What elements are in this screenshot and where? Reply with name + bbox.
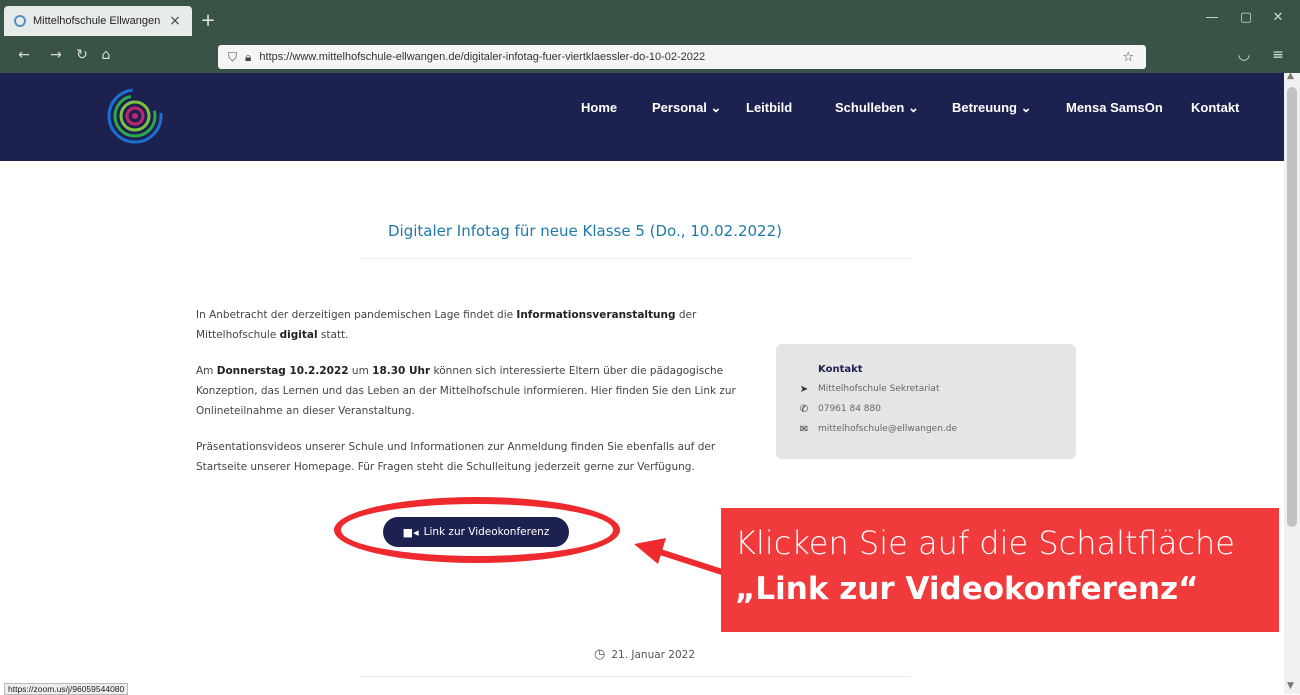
school-logo[interactable] bbox=[104, 85, 166, 147]
bold-text: Donnerstag 10.2.2022 bbox=[216, 365, 349, 377]
site-header: Home Personal ⌄ Leitbild Schulleben ⌄ Be… bbox=[0, 73, 1284, 161]
url-text[interactable]: https://www.mittelhofschule-ellwangen.de… bbox=[259, 51, 1122, 63]
post-date: ◷ 21. Januar 2022 bbox=[594, 647, 695, 662]
nav-mensa[interactable]: Mensa SamsOn bbox=[1066, 100, 1163, 115]
callout-line-2: „Link zur Videokonferenz“ bbox=[735, 571, 1199, 607]
status-bar-url: https://zoom.us/j/96059544080 bbox=[4, 683, 129, 695]
shield-icon[interactable]: ⛉ bbox=[228, 50, 237, 65]
bold-text: digital bbox=[279, 329, 318, 341]
post-date-text: 21. Januar 2022 bbox=[611, 648, 696, 661]
text: um bbox=[348, 365, 373, 377]
bookmark-star-icon[interactable]: ☆ bbox=[1122, 50, 1134, 65]
video-camera-icon: ■◂ bbox=[402, 525, 419, 539]
lock-icon[interactable]: 🔒︎ bbox=[245, 50, 251, 65]
forward-icon[interactable]: → bbox=[46, 47, 66, 63]
divider bbox=[360, 258, 910, 259]
contact-name-row: ➤ Mittelhofschule Sekretariat bbox=[796, 379, 1076, 399]
article-body: In Anbetracht der derzeitigen pandemisch… bbox=[196, 305, 756, 493]
tab-title: Mittelhofschule Ellwangen bbox=[33, 15, 161, 27]
contact-phone-row: ✆ 07961 84 880 bbox=[796, 399, 1076, 419]
contact-phone[interactable]: 07961 84 880 bbox=[818, 404, 881, 414]
scroll-up-icon[interactable]: ▲ bbox=[1287, 71, 1294, 81]
bold-text: Informationsveranstaltung bbox=[516, 309, 676, 321]
new-tab-button[interactable]: + bbox=[198, 10, 218, 31]
text: statt. bbox=[317, 329, 349, 341]
menu-icon[interactable]: ≡ bbox=[1268, 47, 1288, 63]
browser-tab-bar: Mittelhofschule Ellwangen × + — ▢ ✕ bbox=[0, 0, 1300, 41]
back-icon[interactable]: ← bbox=[14, 47, 34, 63]
page-title: Digitaler Infotag für neue Klasse 5 (Do.… bbox=[387, 222, 782, 240]
paragraph-date: Am Donnerstag 10.2.2022 um 18.30 Uhr kön… bbox=[196, 361, 756, 421]
nav-personal[interactable]: Personal ⌄ bbox=[652, 100, 721, 116]
pocket-icon[interactable]: ◡ bbox=[1234, 47, 1254, 63]
phone-icon: ✆ bbox=[799, 403, 809, 415]
scroll-down-icon[interactable]: ▼ bbox=[1287, 681, 1294, 691]
home-icon[interactable]: ⌂ bbox=[96, 47, 116, 63]
clock-icon: ◷ bbox=[594, 647, 606, 662]
address-bar[interactable]: ⛉ 🔒︎ https://www.mittelhofschule-ellwang… bbox=[218, 45, 1146, 69]
contact-email[interactable]: mittelhofschule@ellwangen.de bbox=[818, 424, 957, 434]
close-icon[interactable]: ✕ bbox=[1268, 10, 1288, 25]
callout-line-1: Klicken Sie auf die Schaltfläche bbox=[735, 524, 1235, 562]
paragraph-videos: Präsentationsvideos unserer Schule und I… bbox=[196, 441, 716, 473]
contact-name: Mittelhofschule Sekretariat bbox=[818, 384, 940, 394]
location-arrow-icon: ➤ bbox=[799, 383, 809, 395]
divider bbox=[360, 676, 910, 677]
page-scrollbar[interactable]: ▲ ▼ bbox=[1284, 71, 1300, 694]
video-conference-button[interactable]: ■◂ Link zur Videokonferenz bbox=[383, 517, 569, 547]
video-conference-label: Link zur Videokonferenz bbox=[423, 526, 550, 538]
nav-kontakt[interactable]: Kontakt bbox=[1191, 100, 1239, 115]
nav-leitbild[interactable]: Leitbild bbox=[746, 100, 792, 115]
contact-title: Kontakt bbox=[818, 364, 863, 375]
contact-email-row: ✉ mittelhofschule@ellwangen.de bbox=[796, 419, 1076, 439]
nav-home[interactable]: Home bbox=[581, 100, 617, 115]
tab-close-icon[interactable]: × bbox=[168, 13, 182, 29]
browser-tab[interactable]: Mittelhofschule Ellwangen × bbox=[4, 6, 192, 36]
instruction-callout: Klicken Sie auf die Schaltfläche „Link z… bbox=[721, 508, 1279, 632]
reload-icon[interactable]: ↻ bbox=[72, 47, 92, 63]
text: Am bbox=[196, 365, 217, 377]
text: In Anbetracht der derzeitigen pandemisch… bbox=[196, 309, 517, 321]
bold-text: 18.30 Uhr bbox=[372, 365, 431, 377]
nav-schulleben[interactable]: Schulleben ⌄ bbox=[835, 100, 919, 116]
contact-box: Kontakt ➤ Mittelhofschule Sekretariat ✆ … bbox=[776, 344, 1076, 459]
site-favicon-icon bbox=[14, 15, 26, 27]
envelope-icon: ✉ bbox=[799, 423, 809, 435]
browser-toolbar: ← → ↻ ⌂ ⛉ 🔒︎ https://www.mittelhofschule… bbox=[0, 41, 1300, 73]
nav-betreuung[interactable]: Betreuung ⌄ bbox=[952, 100, 1032, 116]
scroll-thumb[interactable] bbox=[1287, 87, 1297, 527]
maximize-icon[interactable]: ▢ bbox=[1236, 10, 1256, 25]
minimize-icon[interactable]: — bbox=[1202, 10, 1222, 25]
callout-arrow-icon bbox=[634, 538, 723, 575]
paragraph-intro: In Anbetracht der derzeitigen pandemisch… bbox=[196, 305, 756, 345]
